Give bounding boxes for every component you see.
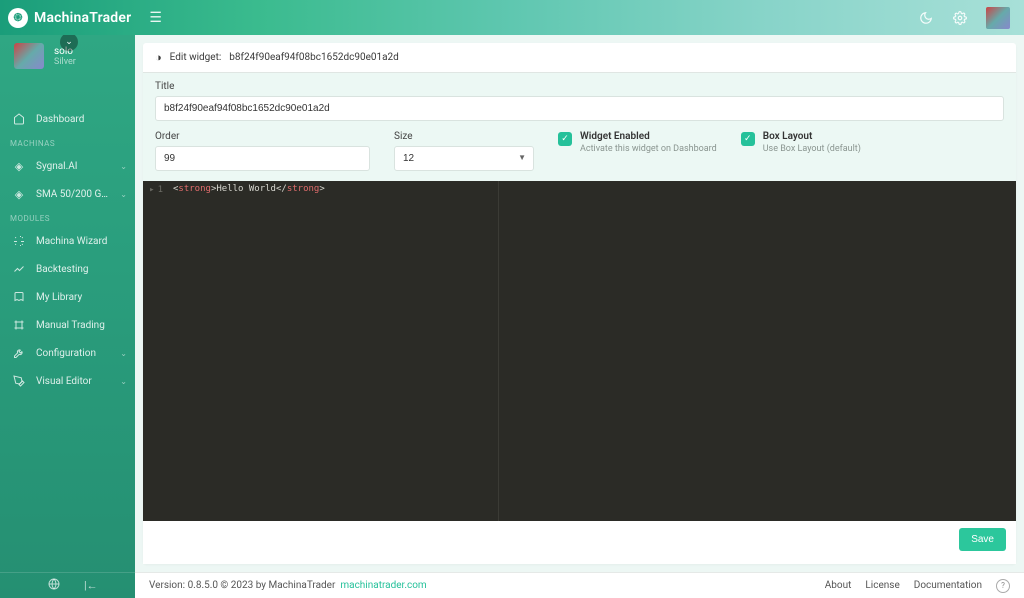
sidebar-item-sygnal[interactable]: ◈ Sygnal.AI ⌄ — [0, 152, 135, 180]
box-layout-desc: Use Box Layout (default) — [763, 144, 861, 154]
manual-icon — [12, 318, 26, 332]
code-tag: strong — [287, 184, 320, 194]
edit-widget-card: ◑ Edit widget: b8f24f90eaf94f08bc1652dc9… — [143, 43, 1016, 564]
wizard-icon — [12, 234, 26, 248]
footer-documentation[interactable]: Documentation — [914, 580, 982, 591]
wrench-icon — [12, 346, 26, 360]
code-content[interactable]: <strong>Hello World</strong> — [167, 181, 1016, 521]
top-header: ֎ MachinaTrader ☰ — [0, 0, 1024, 35]
sidebar-item-label: Configuration — [36, 348, 110, 359]
chevron-down-icon: ⌄ — [120, 349, 127, 358]
help-icon[interactable]: ? — [996, 579, 1010, 593]
sidebar-item-label: Backtesting — [36, 264, 127, 275]
globe-icon[interactable] — [48, 578, 60, 593]
sidebar-item-label: Manual Trading — [36, 320, 127, 331]
sidebar-item-label: My Library — [36, 292, 127, 303]
user-tier: Silver — [54, 57, 76, 67]
box-layout-label: Box Layout — [763, 131, 861, 142]
settings-icon[interactable] — [952, 10, 968, 26]
code-punct: </ — [276, 184, 287, 194]
order-label: Order — [155, 131, 370, 142]
collapse-icon[interactable]: |← — [84, 579, 98, 592]
widget-enabled-desc: Activate this widget on Dashboard — [580, 144, 717, 154]
fold-icon[interactable]: ▸ — [149, 184, 154, 196]
sidebar-item-backtesting[interactable]: Backtesting — [0, 255, 135, 283]
sidebar-section-machinas: MACHINAS — [0, 133, 135, 152]
widget-enabled-label: Widget Enabled — [580, 131, 717, 142]
footer-about[interactable]: About — [825, 580, 852, 591]
sidebar-item-config[interactable]: Configuration ⌄ — [0, 339, 135, 367]
save-button[interactable]: Save — [959, 528, 1006, 551]
sidebar-toggle[interactable]: ☰ — [149, 10, 162, 26]
order-input[interactable] — [155, 146, 370, 171]
chevron-down-icon: ⌄ — [120, 377, 127, 386]
card-actions: Save — [143, 521, 1016, 558]
sidebar-user-block[interactable]: ⌄ solo Silver — [0, 35, 135, 79]
form-body: Title Order Size 12 ▼ — [143, 73, 1016, 181]
sidebar-item-wizard[interactable]: Machina Wizard — [0, 227, 135, 255]
sidebar-item-dashboard[interactable]: Dashboard — [0, 105, 135, 133]
pen-icon — [12, 374, 26, 388]
footer-right: About License Documentation ? — [825, 579, 1010, 593]
box-layout-checkbox[interactable]: ✓ — [741, 132, 755, 146]
diamond-icon: ◈ — [12, 159, 26, 173]
diamond-icon: ◈ — [12, 187, 26, 201]
box-layout-group: ✓ Box Layout Use Box Layout (default) — [741, 131, 861, 154]
user-avatar-header[interactable] — [986, 7, 1010, 29]
widget-enabled-checkbox[interactable]: ✓ — [558, 132, 572, 146]
chevron-down-icon: ⌄ — [120, 190, 127, 199]
code-editor[interactable]: ▸1 <strong>Hello World</strong> — [143, 181, 1016, 521]
card-header: ◑ Edit widget: b8f24f90eaf94f08bc1652dc9… — [143, 43, 1016, 73]
sidebar-item-visual[interactable]: Visual Editor ⌄ — [0, 367, 135, 395]
footer-left: Version: 0.8.5.0 © 2023 by MachinaTrader… — [149, 580, 427, 591]
code-punct: > — [319, 184, 324, 194]
size-select[interactable]: 12 — [394, 146, 534, 171]
sidebar-item-manual[interactable]: Manual Trading — [0, 311, 135, 339]
footer: Version: 0.8.5.0 © 2023 by MachinaTrader… — [135, 572, 1024, 598]
sidebar-item-label: Visual Editor — [36, 376, 110, 387]
sidebar-item-library[interactable]: My Library — [0, 283, 135, 311]
main-area: ◑ Edit widget: b8f24f90eaf94f08bc1652dc9… — [135, 35, 1024, 572]
dark-mode-icon[interactable] — [918, 10, 934, 26]
sidebar-item-label: Machina Wizard — [36, 236, 127, 247]
brand-name: MachinaTrader — [34, 10, 131, 26]
title-input[interactable] — [155, 96, 1004, 121]
sidebar-footer: |← — [0, 572, 135, 598]
title-label: Title — [155, 81, 1004, 92]
sidebar-item-sma[interactable]: ◈ SMA 50/200 Golden Cro… ⌄ — [0, 180, 135, 208]
header-prefix: Edit widget: — [170, 52, 222, 63]
footer-license[interactable]: License — [865, 580, 899, 591]
site-link[interactable]: machinatrader.com — [340, 580, 426, 591]
sidebar-item-label: SMA 50/200 Golden Cro… — [36, 189, 110, 200]
header-right — [918, 7, 1024, 29]
user-avatar-sidebar — [14, 43, 44, 69]
editor-split-line — [498, 181, 499, 521]
chevron-down-icon: ⌄ — [120, 162, 127, 171]
widget-enabled-group: ✓ Widget Enabled Activate this widget on… — [558, 131, 717, 154]
code-tag: strong — [178, 184, 211, 194]
chart-icon — [12, 262, 26, 276]
brand-logo[interactable]: ֎ MachinaTrader — [0, 8, 131, 28]
code-gutter: ▸1 — [143, 181, 167, 521]
widget-icon: ◑ — [155, 51, 162, 64]
sidebar: ⌄ solo Silver Dashboard MACHINAS ◈ Sygna… — [0, 35, 135, 598]
sidebar-item-label: Dashboard — [36, 114, 127, 125]
header-widget-id: b8f24f90eaf94f08bc1652dc90e01a2d — [229, 52, 399, 63]
brand-icon: ֎ — [8, 8, 28, 28]
home-icon — [12, 112, 26, 126]
code-text: Hello World — [216, 184, 276, 194]
sidebar-item-label: Sygnal.AI — [36, 161, 110, 172]
line-number: 1 — [158, 185, 163, 195]
library-icon — [12, 290, 26, 304]
size-label: Size — [394, 131, 534, 142]
version-text: Version: 0.8.5.0 © 2023 by MachinaTrader — [149, 580, 335, 591]
sidebar-section-modules: MODULES — [0, 208, 135, 227]
